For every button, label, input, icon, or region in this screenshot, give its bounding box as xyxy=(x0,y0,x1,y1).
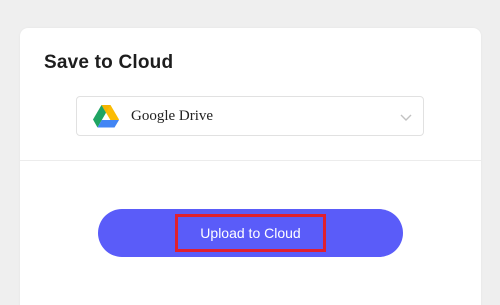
google-drive-icon xyxy=(93,104,119,128)
dialog-title: Save to Cloud xyxy=(44,52,174,73)
scrollbar-track[interactable] xyxy=(490,0,500,305)
divider xyxy=(20,160,481,161)
cloud-service-select[interactable]: Google Drive xyxy=(76,96,424,136)
selected-cloud-service: Google Drive xyxy=(131,107,214,124)
save-to-cloud-dialog: Save to Cloud Google Drive Upload to Clo… xyxy=(20,28,481,305)
upload-to-cloud-button[interactable]: Upload to Cloud xyxy=(98,209,403,257)
page: Save to Cloud Google Drive Upload to Clo… xyxy=(0,0,500,305)
chevron-down-icon xyxy=(399,110,413,124)
upload-to-cloud-label: Upload to Cloud xyxy=(175,214,326,252)
